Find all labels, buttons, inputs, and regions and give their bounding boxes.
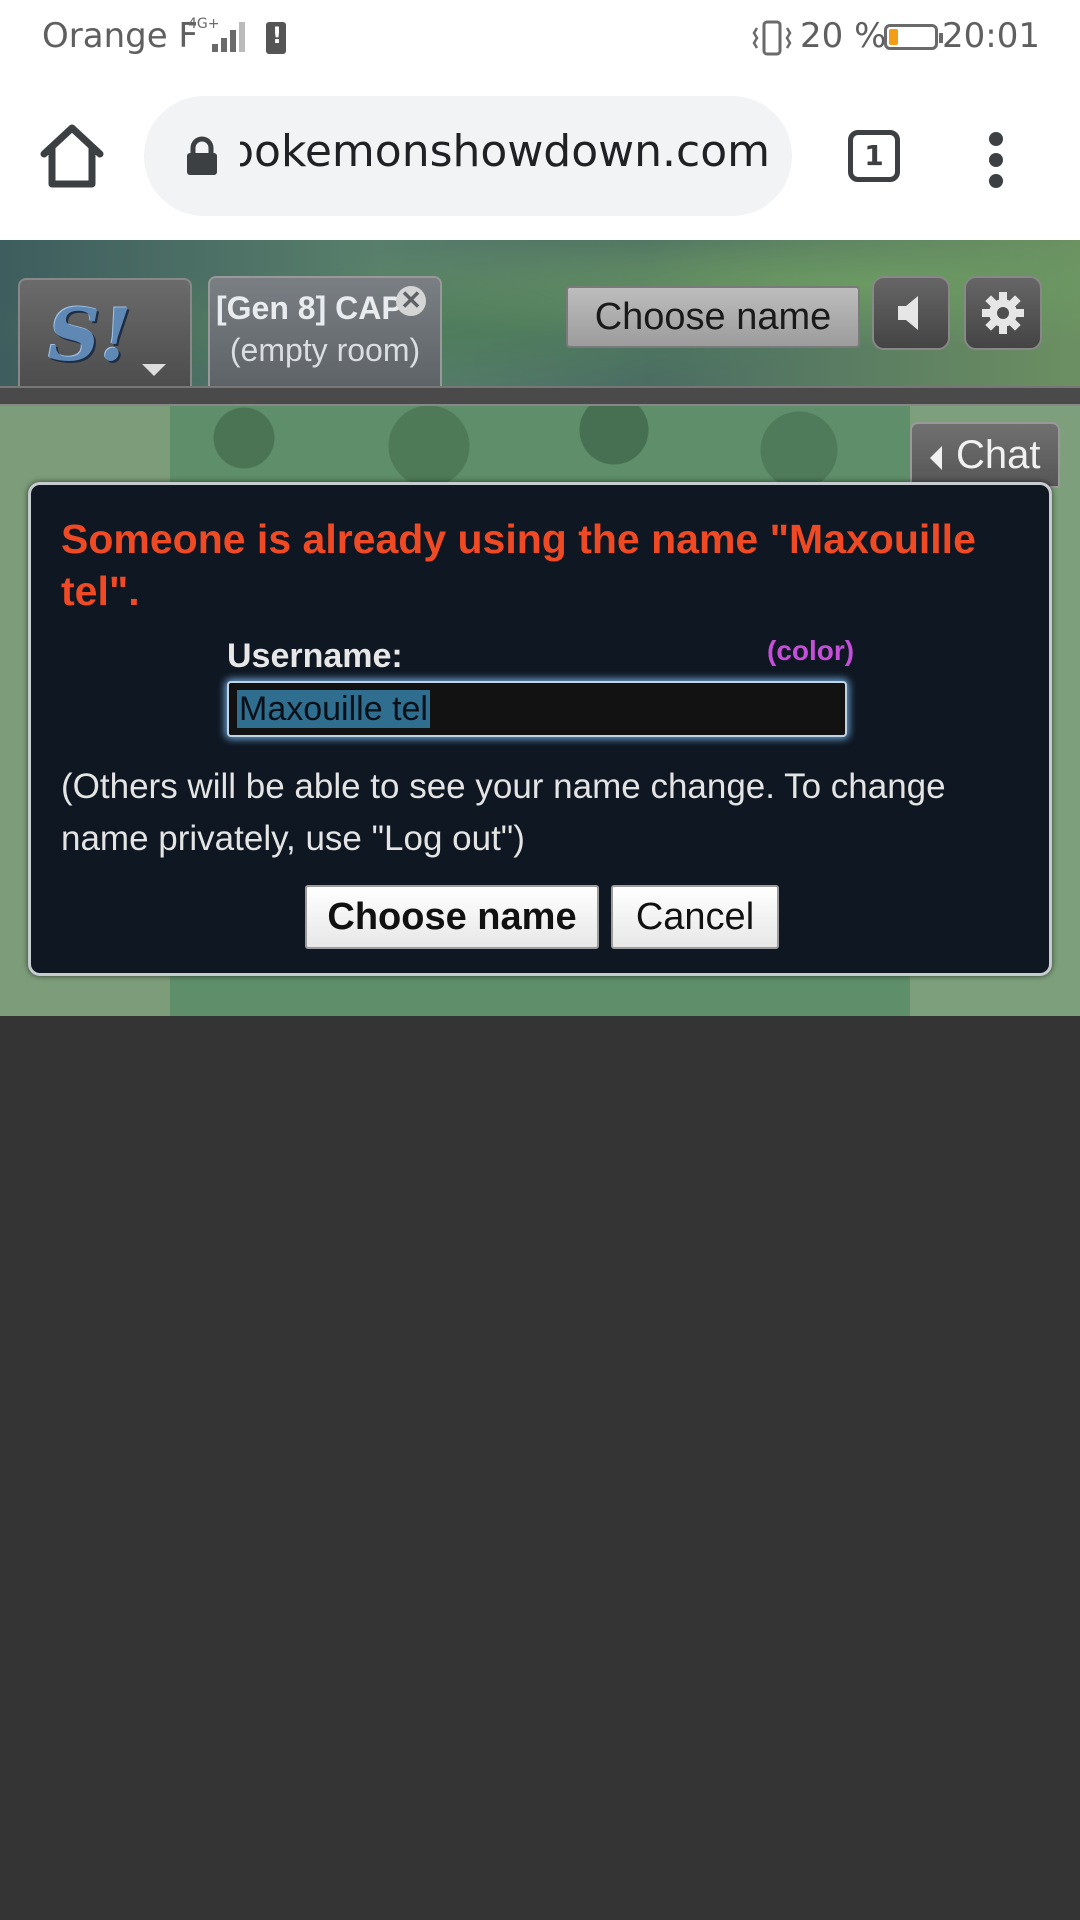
carrier-name: Orange F <box>42 16 198 56</box>
url-text[interactable]: pokemonshowdown.com <box>240 126 770 186</box>
sound-button[interactable] <box>872 276 950 350</box>
battery-fill <box>889 29 898 45</box>
showdown-logo: S! <box>48 292 132 377</box>
tab-bar-divider <box>0 386 1080 406</box>
address-bar[interactable]: pokemonshowdown.com <box>144 96 792 216</box>
chat-tab[interactable]: Chat <box>910 422 1060 488</box>
browser-toolbar: pokemonshowdown.com 1 <box>0 76 1080 240</box>
room-tab-title: [Gen 8] CAP <box>216 290 403 326</box>
error-message: Someone is already using the name "Maxou… <box>61 516 976 614</box>
name-change-note: (Others will be able to see your name ch… <box>61 767 946 858</box>
chat-tab-label: Chat <box>956 433 1041 477</box>
username-value: Maxouille tel <box>237 690 430 728</box>
vibrate-icon <box>752 20 792 56</box>
choose-name-button[interactable]: Choose name <box>305 885 599 949</box>
lock-icon <box>187 136 217 175</box>
chevron-left-icon <box>930 446 942 470</box>
status-bar: Orange F 4G+ 20 % 20:01 <box>0 0 1080 76</box>
gear-icon <box>982 292 1024 334</box>
main-menu-tab[interactable]: S! <box>18 278 192 388</box>
home-icon[interactable] <box>36 120 108 192</box>
chevron-down-icon <box>142 364 166 376</box>
more-vert-icon[interactable] <box>984 132 1008 188</box>
header-choose-name-button[interactable]: Choose name <box>566 286 860 348</box>
username-input[interactable]: Maxouille tel <box>227 681 847 737</box>
username-label: Username: <box>227 637 403 675</box>
tab-switcher-button[interactable]: 1 <box>848 130 900 182</box>
signal-icon <box>212 18 252 52</box>
battery-percent: 20 % <box>800 16 887 56</box>
room-tab[interactable]: [Gen 8] CAP (empty room) ✕ <box>208 276 442 390</box>
battery-alert-icon <box>266 22 286 54</box>
clock: 20:01 <box>942 16 1040 56</box>
battery-icon <box>884 24 943 50</box>
cancel-button[interactable]: Cancel <box>611 885 779 949</box>
settings-button[interactable] <box>964 276 1042 350</box>
room-tab-subtitle: (empty room) <box>229 332 421 368</box>
close-icon[interactable]: ✕ <box>396 286 426 316</box>
choose-name-dialog: Someone is already using the name "Maxou… <box>28 482 1052 976</box>
sound-icon <box>898 296 918 330</box>
color-link[interactable]: (color) <box>767 635 854 667</box>
